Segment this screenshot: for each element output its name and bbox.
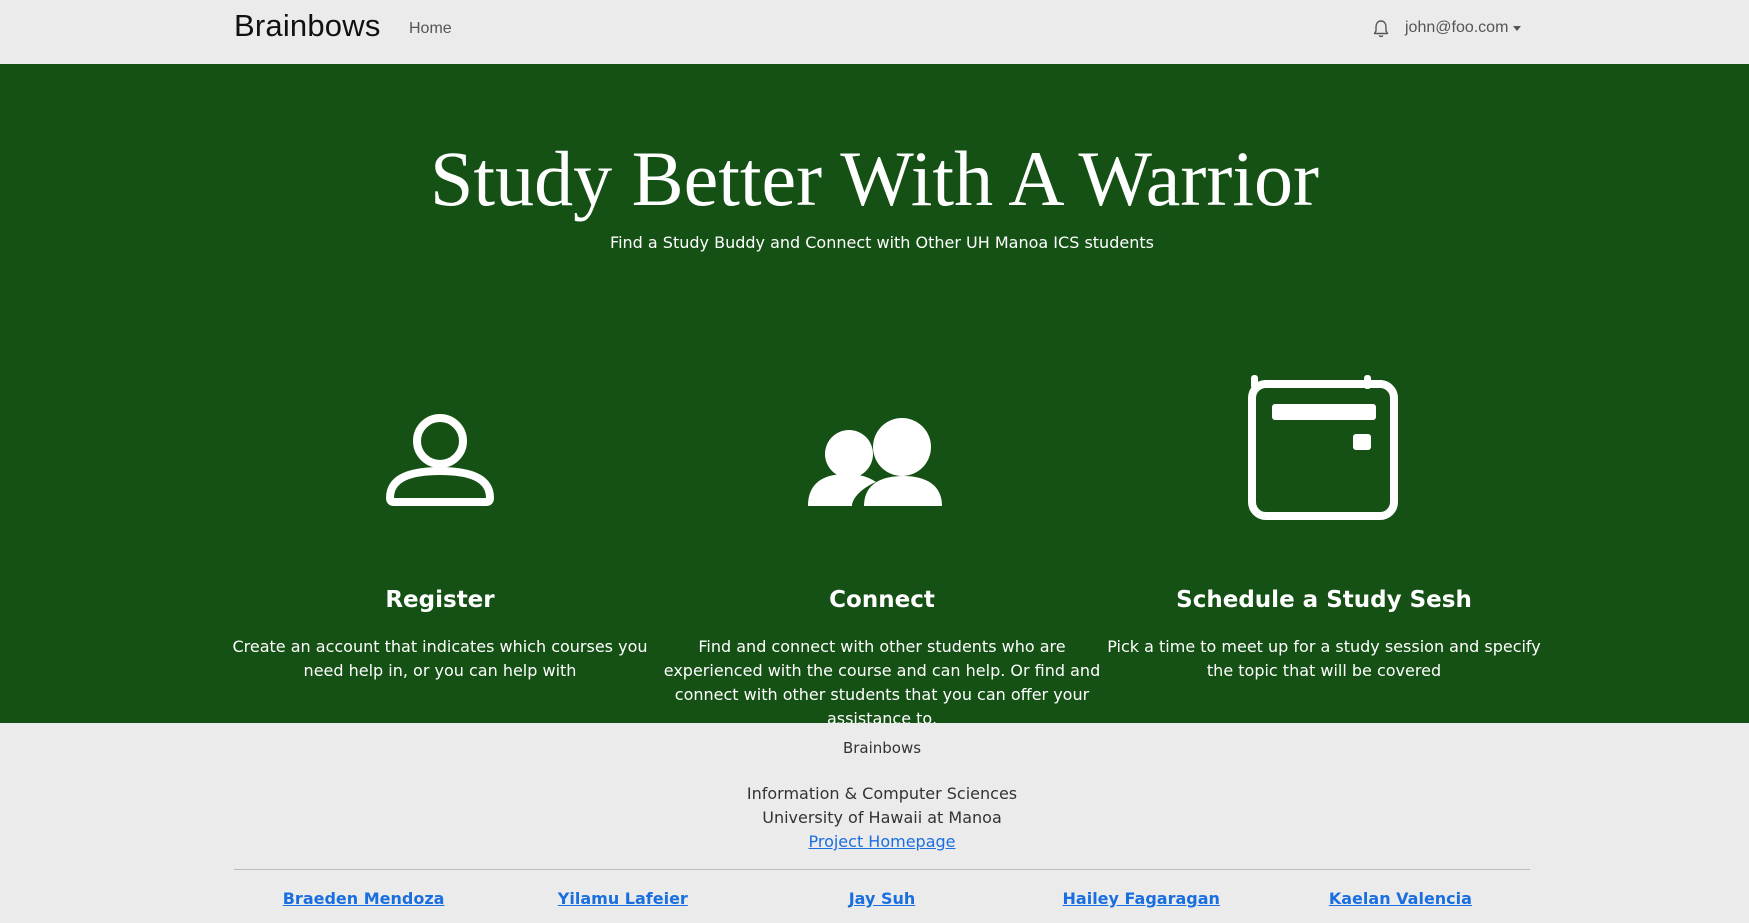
team-links: Braeden Mendoza Yilamu Lafeier Jay Suh H…: [234, 889, 1530, 908]
project-homepage-link[interactable]: Project Homepage: [808, 832, 955, 851]
team-member-link[interactable]: Hailey Fagaragan: [1012, 889, 1271, 908]
team-member-link[interactable]: Yilamu Lafeier: [493, 889, 752, 908]
footer: Brainbows Information & Computer Science…: [0, 723, 1749, 923]
user-email: john@foo.com: [1405, 19, 1509, 36]
team-member-link[interactable]: Braeden Mendoza: [234, 889, 493, 908]
calendar-icon: [1104, 364, 1544, 524]
feature-title: Connect: [829, 587, 935, 613]
chevron-down-icon: [1513, 25, 1522, 31]
feature-schedule: Schedule a Study Sesh Pick a time to mee…: [1104, 364, 1544, 680]
team-member-link[interactable]: Kaelan Valencia: [1271, 889, 1530, 908]
feature-description: Create an account that indicates which c…: [232, 637, 648, 680]
hero-title: Study Better With A Warrior: [430, 135, 1319, 222]
team-member-link[interactable]: Jay Suh: [752, 889, 1011, 908]
user-dropdown[interactable]: john@foo.com: [1405, 19, 1522, 37]
nav-home-link[interactable]: Home: [409, 20, 452, 38]
feature-title: Register: [385, 587, 495, 613]
navbar: Brainbows Home john@foo.com: [0, 0, 1749, 64]
feature-title: Schedule a Study Sesh: [1176, 587, 1472, 613]
feature-description: Pick a time to meet up for a study sessi…: [1107, 637, 1541, 680]
person-icon: [220, 364, 660, 524]
hero-section: Study Better With A Warrior Find a Study…: [0, 64, 1749, 728]
footer-department: Information & Computer Sciences: [746, 784, 1018, 803]
hero-subtitle: Find a Study Buddy and Connect with Othe…: [610, 233, 1154, 252]
footer-brand: Brainbows: [842, 739, 922, 757]
people-icon: [662, 364, 1102, 524]
footer-divider: [234, 869, 1530, 870]
bell-icon[interactable]: [1372, 19, 1390, 39]
feature-register: Register Create an account that indicate…: [220, 364, 660, 680]
footer-university: University of Hawaii at Manoa: [762, 808, 1002, 827]
feature-description: Find and connect with other students who…: [663, 637, 1101, 728]
feature-connect: Connect Find and connect with other stud…: [662, 364, 1102, 728]
brand-link[interactable]: Brainbows: [234, 8, 381, 44]
